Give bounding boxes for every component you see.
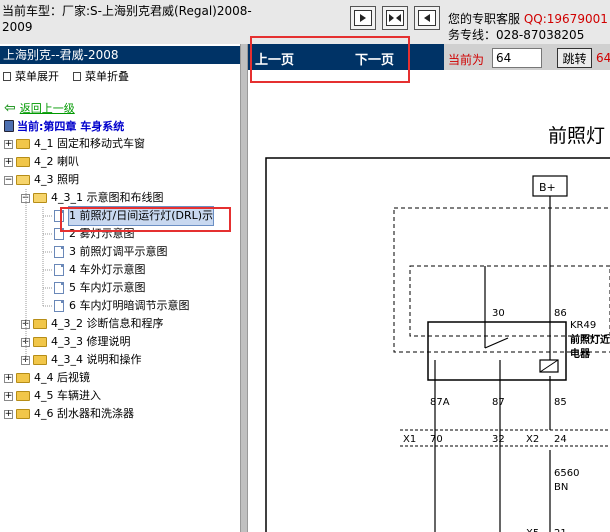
service-qq: QQ:19679001 bbox=[523, 12, 608, 26]
prev-page-link[interactable]: 上一页 bbox=[255, 49, 294, 68]
relay-name-line1: 前照灯近 bbox=[570, 333, 610, 346]
connector-x5-label: X5 bbox=[526, 528, 539, 532]
wiring-diagram: 前照灯 B+ 30 86 KR49 前照灯近 电器 87A 87 85 X1 7… bbox=[265, 125, 610, 532]
toggle-split-nav-button[interactable] bbox=[382, 6, 408, 30]
prev-page-icon bbox=[418, 10, 436, 26]
connector-x1-pin2: 32 bbox=[492, 434, 505, 445]
vehicle-model-title: 当前车型：厂家:S-上海别克君威(Regal)2008-2009 bbox=[2, 4, 252, 34]
service-phone: 028-87038205 bbox=[496, 28, 585, 42]
page-nav-toolbar: 上一页 下一页 bbox=[248, 44, 444, 70]
connector-x5-pin: 21 bbox=[554, 528, 567, 532]
relay-wiring bbox=[434, 208, 551, 532]
service-hotline-label: 务专线： bbox=[448, 28, 497, 42]
relay-name-line2: 电器 bbox=[570, 347, 591, 360]
customer-service-info: 您的专职客服 QQ:19679001 务专线：028-87038205 bbox=[448, 11, 608, 43]
pin-30-label: 30 bbox=[492, 308, 505, 319]
connector-x2-label: X2 bbox=[526, 434, 539, 445]
relay-id-label: KR49 bbox=[570, 320, 596, 331]
navigation-panel: 上海别克--君威-2008 菜单展开 菜单折叠 ⇦ 返回上一级 当前:第四章 车… bbox=[0, 44, 247, 532]
tree-connector-lines bbox=[25, 189, 53, 360]
connector-x1-label: X1 bbox=[403, 434, 416, 445]
battery-terminal-label: B+ bbox=[539, 181, 556, 194]
current-page-label: 当前为 bbox=[448, 53, 485, 67]
wire-color: BN bbox=[554, 482, 568, 493]
total-pages: 64 bbox=[596, 51, 610, 65]
document-viewer: 上一页 下一页 当前为 跳转 64 前照灯 B+ bbox=[248, 44, 610, 532]
page-jump-bar: 当前为 跳转 64 bbox=[444, 44, 610, 70]
next-page-link[interactable]: 下一页 bbox=[355, 49, 394, 68]
diagram-title: 前照灯 bbox=[548, 125, 605, 147]
double-arrow-icon bbox=[386, 10, 404, 26]
top-bar: 当前车型：厂家:S-上海别克君威(Regal)2008-2009 您的专职客服 … bbox=[0, 0, 610, 44]
next-page-icon bbox=[354, 10, 372, 26]
prev-page-nav-button[interactable] bbox=[414, 6, 440, 30]
next-page-nav-button[interactable] bbox=[350, 6, 376, 30]
connector-x2-pin: 24 bbox=[554, 434, 567, 445]
connector-x1-pin: 70 bbox=[430, 434, 443, 445]
wire-number: 6560 bbox=[554, 468, 579, 479]
pin-87-label: 87 bbox=[492, 397, 505, 408]
panel-splitter[interactable] bbox=[240, 44, 248, 532]
service-label: 您的专职客服 bbox=[448, 12, 521, 26]
page-number-input[interactable] bbox=[492, 48, 542, 68]
jump-button[interactable]: 跳转 bbox=[557, 48, 592, 68]
pin-87a-label: 87A bbox=[430, 397, 450, 408]
pin-85-label: 85 bbox=[554, 397, 567, 408]
pin-86-label: 86 bbox=[554, 308, 567, 319]
